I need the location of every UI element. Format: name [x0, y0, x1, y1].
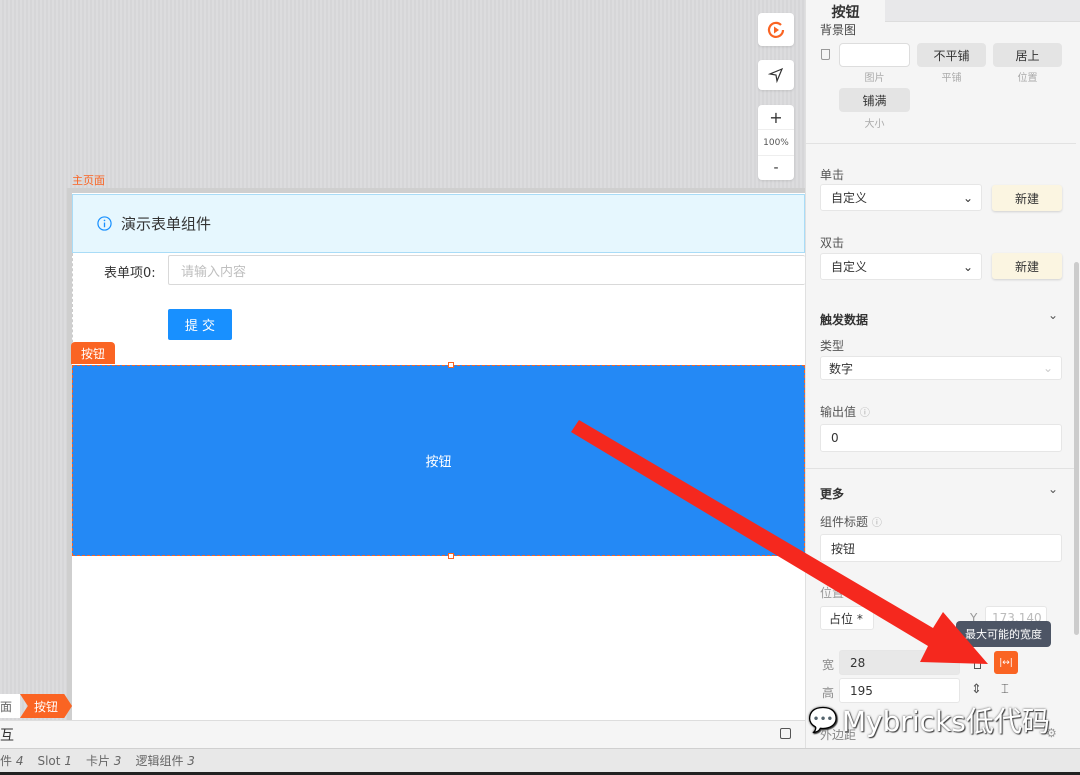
zoom-level: 100% [763, 137, 789, 148]
breadcrumb: 面 按钮 [0, 694, 73, 718]
position-button[interactable]: 居上 [993, 43, 1062, 67]
bottom-panel-title: 互 [0, 727, 14, 744]
type-label: 类型 [820, 339, 845, 353]
form-label: 表单项0: [104, 266, 156, 281]
status-bar: 件 4 Slot 1 卡片 3 逻辑组件 3 [0, 748, 1080, 772]
form-input[interactable]: 请输入内容 [168, 255, 805, 285]
properties-panel: 按钮 背景图 图片 不平铺 平铺 居上 位置 铺满 大小 单击 自定义 ⌄ 新建 … [805, 0, 1080, 748]
stat-slot: Slot 1 [37, 753, 72, 768]
more-section-title[interactable]: 更多 [820, 485, 844, 502]
alert-component[interactable]: 演示表单组件 [72, 194, 805, 253]
repeat-label: 平铺 [941, 73, 962, 84]
position-select[interactable]: 占位 * [820, 606, 874, 630]
panel-scrollbar[interactable] [1074, 262, 1079, 635]
alert-text: 演示表单组件 [121, 215, 212, 233]
dblclick-select[interactable]: 自定义 ⌄ [820, 253, 982, 280]
chevron-down-icon: ⌄ [962, 259, 973, 274]
dblclick-title: 双击 [820, 236, 845, 250]
zoom-out-button[interactable]: - [758, 155, 794, 180]
stat-logic: 逻辑组件 3 [135, 754, 195, 768]
selected-component-tag: 按钮 [71, 342, 115, 364]
navigation-icon [768, 67, 784, 83]
image-label: 图片 [864, 73, 885, 84]
width-label: 宽 [822, 658, 835, 672]
big-button[interactable]: 按钮 [72, 365, 805, 556]
trash-icon[interactable] [821, 49, 830, 60]
click-new-button[interactable]: 新建 [992, 185, 1062, 211]
repeat-button[interactable]: 不平铺 [917, 43, 986, 67]
stat-cards: 卡片 3 [85, 754, 122, 768]
zoom-control: + 100% - [758, 105, 794, 180]
chevron-down-icon: ⌄ [1042, 361, 1053, 375]
bottom-panel-header: 互 [0, 720, 805, 748]
resize-handle-bottom[interactable] [448, 553, 454, 559]
preview-button[interactable] [758, 13, 794, 46]
height-input[interactable]: 195 [839, 678, 960, 703]
locate-button[interactable] [758, 60, 794, 90]
breadcrumb-item[interactable]: 面 [0, 694, 21, 718]
stat-components: 件 4 [0, 754, 24, 768]
tooltip: 最大可能的宽度 [956, 621, 1051, 647]
output-label: 输出值 ⓘ [820, 405, 870, 419]
zoom-in-button[interactable]: + [758, 105, 794, 130]
info-icon: ⓘ [871, 518, 882, 529]
tab-button[interactable]: 按钮 [806, 0, 885, 23]
output-input[interactable]: 0 [820, 424, 1062, 452]
chevron-down-icon[interactable]: ⌄ [1048, 482, 1058, 496]
click-title: 单击 [820, 168, 845, 182]
info-icon: ⓘ [859, 408, 870, 419]
submit-button[interactable]: 提 交 [168, 309, 232, 340]
width-input[interactable]: 28 [839, 650, 960, 675]
fit-content-width-icon[interactable] [974, 656, 981, 669]
image-picker[interactable] [839, 43, 910, 67]
info-icon [97, 216, 112, 231]
max-height-icon[interactable]: ⌶ [1001, 682, 1009, 697]
play-icon [767, 21, 785, 38]
comp-title-input[interactable]: 按钮 [820, 534, 1062, 562]
page-label: 主页面 [72, 174, 105, 187]
size-label: 大小 [864, 119, 885, 130]
position-label: 位置 [1017, 73, 1038, 84]
fit-content-height-icon[interactable]: ⇕ [971, 682, 982, 697]
comp-title-label: 组件标题 ⓘ [820, 515, 882, 529]
trigger-section-title[interactable]: 触发数据 [820, 311, 868, 328]
bg-title: 背景图 [820, 23, 857, 37]
margin-label: 外边距 [820, 728, 857, 742]
max-width-icon[interactable]: |↔| [994, 651, 1018, 674]
resize-handle-top[interactable] [448, 362, 454, 368]
dblclick-new-button[interactable]: 新建 [992, 253, 1062, 279]
position-section-label: 位置 [820, 586, 845, 600]
chevron-down-icon[interactable]: ⌄ [1048, 308, 1058, 322]
copy-icon[interactable] [780, 728, 791, 739]
height-label: 高 [822, 686, 835, 700]
size-button[interactable]: 铺满 [839, 88, 910, 112]
click-select[interactable]: 自定义 ⌄ [820, 184, 982, 211]
type-select[interactable]: 数字 ⌄ [820, 356, 1062, 380]
chevron-down-icon: ⌄ [962, 190, 973, 205]
breadcrumb-item-current[interactable]: 按钮 [20, 694, 73, 718]
gear-icon[interactable]: ⚙ [1046, 726, 1057, 740]
